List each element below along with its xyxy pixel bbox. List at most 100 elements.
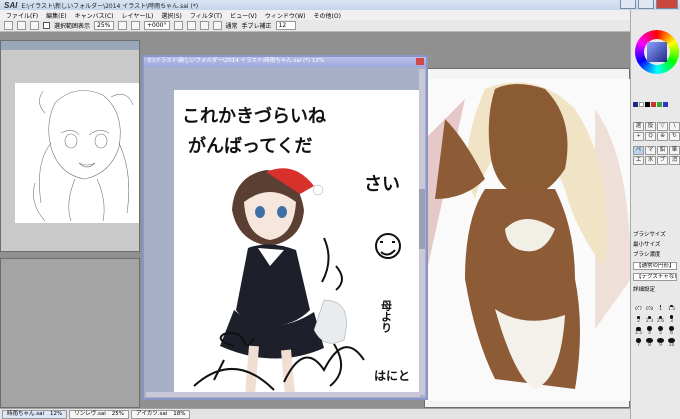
hand-tool[interactable]: ⊕ [657,132,668,141]
color-wheel[interactable] [635,30,679,74]
brush-size-preset[interactable]: 2 [633,314,644,324]
menu-layer[interactable]: レイヤー(L) [118,11,158,20]
app-logo: SAI [4,0,18,10]
pen-tool[interactable]: ペ [633,146,644,155]
brush-tool[interactable]: 筆 [669,146,680,155]
document-tab[interactable]: リンレヴ.sai 25% [69,409,129,419]
brush-density-label: ブラシ濃度 [633,252,661,258]
brush-shape-select[interactable]: 【通常の円形】 [633,262,677,270]
brush-size-preset[interactable]: 3.5 [633,326,644,336]
rotation-select[interactable]: +000° [144,21,170,30]
deselect-button[interactable] [30,21,39,30]
menu-window[interactable]: ウィンドウ(W) [261,11,310,20]
document-window-character[interactable] [424,68,631,408]
rotate-tool[interactable]: ↻ [669,132,680,141]
tool-row: 選投 ▽ \ [633,122,680,131]
canvas-character[interactable] [425,79,631,401]
close-button[interactable] [656,0,678,9]
brush-size-preset[interactable]: 1.5 [666,302,677,312]
document-tab[interactable]: 時雨ちゃん.sai 12% [2,409,68,419]
document-window-main[interactable]: E:\イラスト\新しいフォルダー\2014 イラスト\時雨ちゃん.sai (*)… [142,55,428,400]
handwriting-line3: さい [364,174,400,195]
flip-button[interactable] [212,21,222,30]
zoom-in-button[interactable] [131,21,141,30]
rotate-reset-button[interactable] [199,21,209,30]
blur-tool[interactable]: ブ [657,156,668,165]
character-drawing [220,168,347,395]
select-tool[interactable]: 選 [633,122,644,131]
document-window-empty[interactable] [0,258,140,408]
brush-size-preset[interactable]: 0.8 [644,302,655,312]
title-bar: SAI E:\イラスト\新しいフォルダー\2014 イラスト\時雨ちゃん.sai… [0,0,680,10]
brush-size-label: 6 [670,331,673,336]
color-swatches[interactable] [633,102,668,107]
menu-edit[interactable]: 編集(E) [42,11,70,20]
brush-size-preset[interactable]: 1 [655,302,666,312]
brush-size-preset[interactable]: 4 [644,326,655,336]
brush-size-label: 3 [670,319,673,324]
menu-file[interactable]: ファイル(F) [2,11,42,20]
magic-wand-tool[interactable]: ▽ [657,122,668,131]
brush-size-preset[interactable]: 8 [644,338,655,348]
lasso-tool[interactable]: 投 [645,122,656,131]
document-tab[interactable]: アイカツ.sai 18% [131,409,191,419]
canvas-main[interactable]: これかきづらいね がんばってくだ さい 母より はにと [174,90,422,395]
blend-mode-label[interactable]: 通常 [226,21,238,30]
marker-tool[interactable]: マ [645,146,656,155]
brush-size-preset[interactable]: 10 [666,338,677,348]
canvas-sketch[interactable] [15,83,139,223]
document-close-button[interactable] [416,58,424,65]
texture-select[interactable]: 【テクスチャなし】 [633,273,677,281]
handwriting-line2: がんばってくだ [188,135,313,157]
menu-bar: ファイル(F) 編集(E) キャンバス(C) レイヤー(L) 選択(S) フィル… [0,10,630,20]
brush-size-preset[interactable]: 0.7 [633,302,644,312]
brush-size-label: 2.6 [656,319,665,324]
tool-row: ペマ鉛筆 [633,146,680,155]
vertical-scrollbar[interactable] [419,69,425,395]
brush-size-label: 1.5 [667,307,676,312]
airbrush-tool[interactable]: エ [633,156,644,165]
window-controls [620,0,678,9]
move-tool[interactable]: + [633,132,644,141]
maximize-button[interactable] [638,0,654,9]
rotate-left-button[interactable] [173,21,183,30]
menu-canvas[interactable]: キャンバス(C) [71,11,118,20]
handwriting-mother: 母より [380,300,393,333]
horizontal-scrollbar[interactable] [146,392,420,397]
detail-settings-label[interactable]: 詳細設定 [633,285,655,293]
brush-size-preset[interactable]: 9 [655,338,666,348]
eraser-tool[interactable]: 消 [669,156,680,165]
zoom-tool[interactable]: Q [645,132,656,141]
brush-size-preset[interactable]: 6 [666,326,677,336]
status-bar: 時雨ちゃん.sai 12% リンレヴ.sai 25% アイカツ.sai 18% [0,408,630,419]
menu-view[interactable]: ビュー(V) [226,11,261,20]
brush-size-preset[interactable]: 3 [666,314,677,324]
menu-selection[interactable]: 選択(S) [157,11,186,20]
vertical-scroll-thumb[interactable] [419,189,425,249]
menu-other[interactable]: その他(O) [310,11,345,20]
zoom-select[interactable]: 25% [94,21,115,30]
toolbar: 選択範囲表示 25% +000° 通常 手ブレ補正 12 [0,20,630,32]
zoom-out-button[interactable] [118,21,128,30]
brush-size-label: 10 [668,343,675,348]
selection-display-checkbox[interactable] [43,22,50,29]
stabilizer-select[interactable]: 12 [275,21,296,30]
minimize-button[interactable] [620,0,636,9]
handwriting-line1: これかきづらいね [182,106,326,127]
document-window-sketch[interactable] [0,40,140,252]
handwriting-signature: はにと [374,369,410,383]
watercolor-tool[interactable]: 水 [645,156,656,165]
redo-button[interactable] [17,21,26,30]
color-picker-square[interactable] [647,42,667,62]
eyedropper-tool[interactable]: \ [669,122,680,131]
brush-size-preset[interactable]: 2.3 [644,314,655,324]
tool-row: + Q ⊕ ↻ [633,132,680,141]
brush-size-preset[interactable]: 7 [633,338,644,348]
brush-size-preset[interactable]: 2.6 [655,314,666,324]
menu-filter[interactable]: フィルタ(T) [186,11,226,20]
brush-size-preset[interactable]: 5 [655,326,666,336]
rotate-right-button[interactable] [186,21,196,30]
undo-button[interactable] [4,21,13,30]
pencil-tool[interactable]: 鉛 [657,146,668,155]
brush-size-label: 9 [659,343,662,348]
